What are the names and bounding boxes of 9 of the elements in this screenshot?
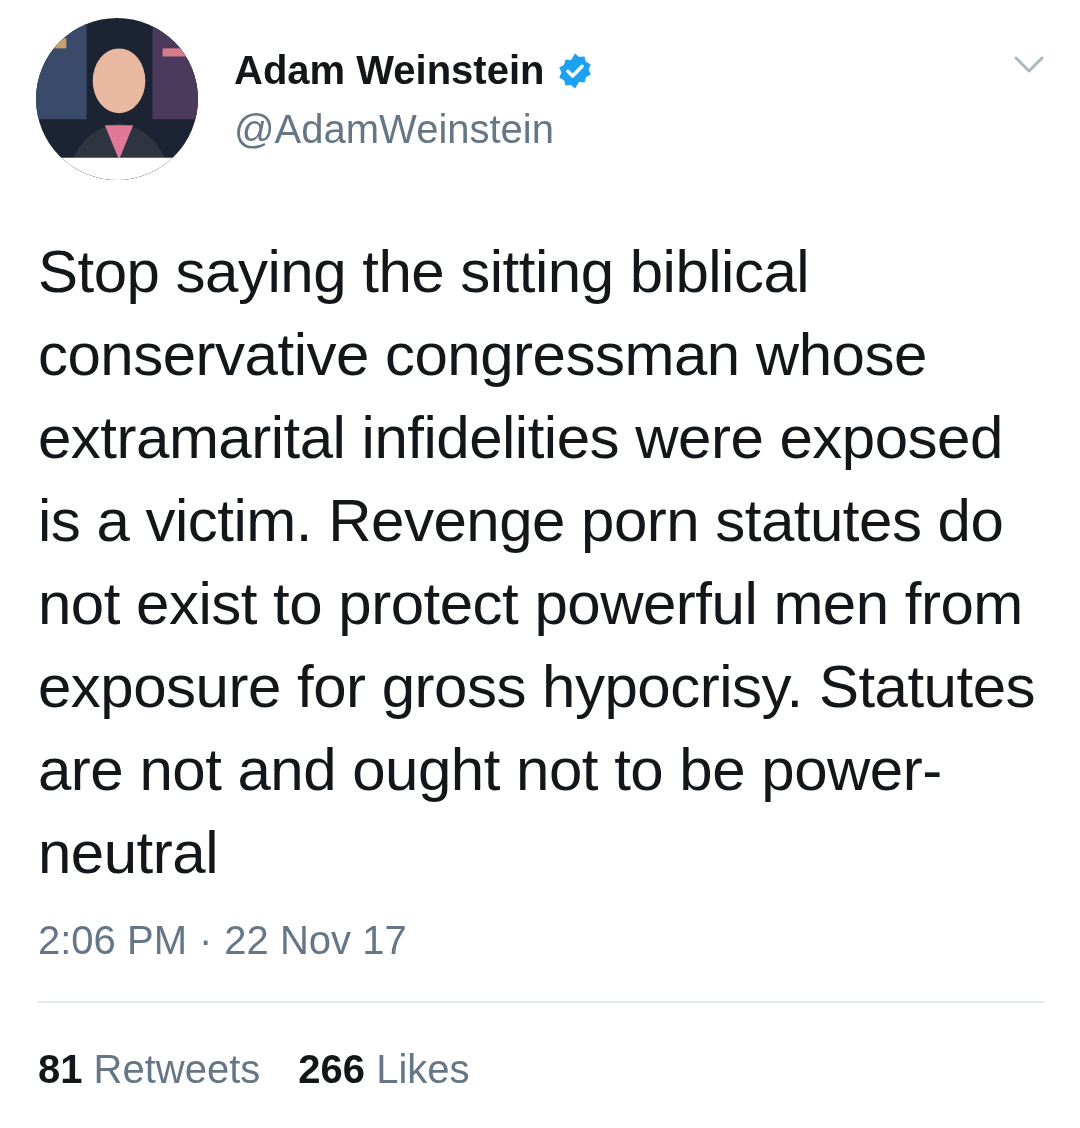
chevron-down-icon[interactable] [1014, 56, 1044, 74]
tweet-time: 2:06 PM [38, 918, 187, 963]
author-handle: @AdamWeinstein [234, 107, 555, 152]
author-name: Adam Weinstein [234, 48, 545, 93]
tweet-text: Stop saying the sitting biblical conservative congressman whose extramarital infidelities were exposed is a victim. Revenge porn statutes do not exist to protect powerful men from exposure for gross hypocrisy. Statutes are not and ought not to be power-neutral [38, 237, 1036, 888]
stat-count[interactable]: 266 Likes [298, 1047, 470, 1092]
separator-dot: · [198, 918, 213, 963]
stat-count[interactable]: 81 Retweets [38, 1047, 261, 1092]
tweet-date: 22 Nov 17 [224, 918, 407, 963]
